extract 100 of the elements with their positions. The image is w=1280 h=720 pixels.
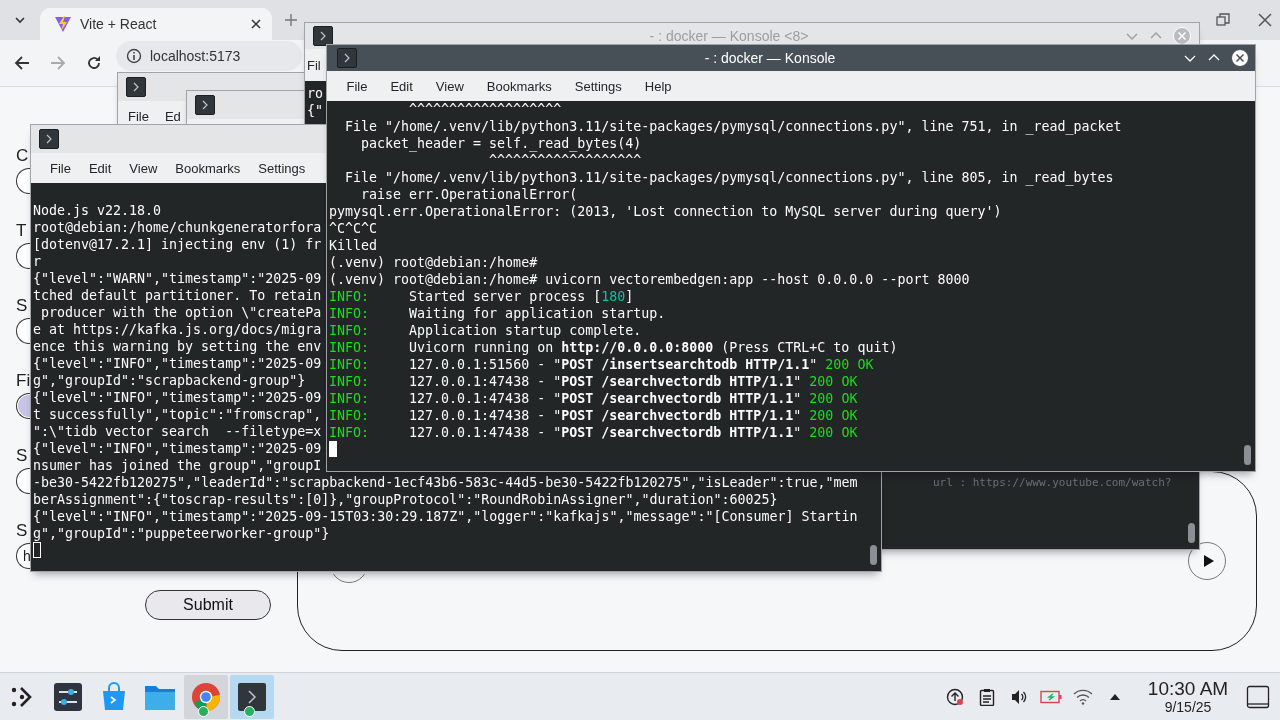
terminal-line: {"level":"WARN","timestamp":"2025-09 <box>33 270 322 287</box>
scrollbar-thumb[interactable] <box>1188 523 1195 543</box>
terminal-icon <box>195 95 215 115</box>
address-text: localhost:5173 <box>150 48 241 64</box>
terminal-line: {"level":"INFO","timestamp":"2025-09 <box>33 355 322 372</box>
menu-item[interactable]: Help <box>633 78 684 94</box>
terminal-line: ^^^^^^^^^^^^^^^^^^^ <box>488 152 642 169</box>
terminal-line: ro <box>307 85 323 102</box>
terminal-line: INFO: Application startup complete. <box>329 322 642 339</box>
address-bar[interactable]: localhost:5173 <box>116 41 302 71</box>
terminal-icon <box>237 681 267 712</box>
field-label: S <box>16 446 28 466</box>
field-label: C <box>16 146 29 166</box>
terminal-line: raise err.OperationalError( <box>360 186 578 203</box>
terminal-line: Node.js v22.18.0 <box>33 202 162 219</box>
terminal-line: g","groupId":"scrapbackend-group"} <box>33 372 306 389</box>
close-icon[interactable] <box>1258 13 1272 27</box>
terminal-line: INFO: 127.0.0.1:47438 - "POST /searchvectordb HTTP/1.1" 200 OK <box>329 407 858 424</box>
menu-item[interactable]: Settings <box>563 78 634 94</box>
forward-arrow-icon <box>50 55 66 71</box>
close-icon[interactable] <box>250 18 262 30</box>
terminal-line: INFO: Waiting for application startup. <box>329 305 666 322</box>
menu-item[interactable]: Edit <box>79 160 121 176</box>
menu-item[interactable]: Fil <box>305 57 323 73</box>
restore-icon[interactable] <box>1216 13 1230 27</box>
browser-task-button[interactable] <box>184 674 228 719</box>
tab-title: Vite + React <box>80 16 158 32</box>
terminal-line: producer with the option \"createPa <box>40 304 322 321</box>
play-button[interactable] <box>1188 542 1226 580</box>
browser-tab[interactable]: Vite + React <box>40 8 272 40</box>
caret-icon <box>14 14 26 26</box>
terminal-line: -be30-5422fb120275","leaderId":"scrapbackend-1ecf43b6-583c-44d5-be30-5422fb120275","isLeader":true,"mem <box>33 474 858 491</box>
menu-item[interactable]: View <box>424 78 476 94</box>
settings-icon <box>53 681 83 712</box>
terminal-task-button[interactable] <box>230 674 274 719</box>
menu-item[interactable]: Bookmarks <box>475 78 564 94</box>
terminal-line: e at https://kafka.js.org/docs/migra <box>33 321 322 338</box>
terminal-line: {"level":"INFO","timestamp":"2025-09 <box>33 440 322 457</box>
terminal-line: INFO: 127.0.0.1:47438 - "POST /searchvectordb HTTP/1.1" 200 OK <box>329 390 858 407</box>
terminal-line: INFO: Uvicorn running on http://0.0.0.0:8000 (Press CTRL+C to quit) <box>329 339 898 356</box>
terminal-line: Killed <box>329 237 378 254</box>
terminal-line: INFO: 127.0.0.1:51560 - "POST /insertsearchtodb HTTP/1.1" 200 OK <box>329 356 874 373</box>
show-desktop-icon[interactable] <box>1246 684 1270 709</box>
terminal-line: root@debian:/home/chunkgeneratorfora <box>33 219 322 236</box>
terminal-line: File "/home/.venv/lib/python3.11/site-packages/pymysql/connections.py", line 751, in _read_packet <box>344 118 1122 135</box>
file-input[interactable] <box>16 393 30 419</box>
menu-item[interactable]: File <box>41 160 80 176</box>
input-field[interactable] <box>16 168 30 194</box>
terminal-line: {"level":"INFO","timestamp":"2025-09-15T03:30:29.187Z","logger":"kafkajs","message":"[Consumer] Startin <box>33 508 858 525</box>
menu-item[interactable]: View <box>120 160 167 176</box>
input-field[interactable] <box>16 243 30 269</box>
input-field[interactable] <box>16 468 30 494</box>
terminal-line: {" <box>307 102 323 119</box>
terminal-line: tched default partitioner. To retain <box>33 287 322 304</box>
terminal-line: (.venv) root@debian:/home# <box>329 254 538 271</box>
terminal-line: ^^^^^^^^^^^^^^^^^^^ <box>408 101 562 118</box>
terminal-icon <box>126 77 146 97</box>
back-arrow-icon <box>14 55 30 71</box>
terminal-line: t successfully","topic":"fromscrap", <box>33 406 322 423</box>
menu-item[interactable]: File <box>335 78 379 94</box>
menu-item[interactable]: Edit <box>378 78 425 94</box>
terminal-line: packet_header = self._read_bytes(4) <box>360 135 642 152</box>
terminal-line: r <box>33 253 41 270</box>
field-label: S <box>16 296 28 316</box>
terminal-line: INFO: 127.0.0.1:47438 - "POST /searchvectordb HTTP/1.1" 200 OK <box>329 424 858 441</box>
submit-button[interactable]: Submit <box>145 590 271 620</box>
terminal-line: pymysql.err.OperationalError: (2013, 'Lost connection to MySQL server during query') <box>329 203 1002 220</box>
window-title: - : docker — Konsole <8> <box>648 28 810 44</box>
window-title: - : docker — Konsole <box>703 50 837 66</box>
scrollbar-thumb[interactable] <box>1244 445 1251 465</box>
lightning-logo-icon <box>54 15 72 33</box>
field-label: Fi <box>16 371 31 391</box>
terminal-line: INFO: Started server process [180] <box>329 288 634 305</box>
clock-date[interactable]: 9/15/25 <box>1164 699 1212 715</box>
menu-item[interactable]: Ed <box>156 108 189 124</box>
reload-icon <box>86 55 102 71</box>
terminal-line: File "/home/.venv/lib/python3.11/site-packages/pymysql/connections.py", line 805, in _read_bytes <box>344 169 1114 186</box>
info-icon <box>126 48 142 64</box>
menu-item[interactable]: Bookmarks <box>166 160 250 176</box>
terminal-line: g","groupId":"puppeteerworker-group"} <box>33 525 330 542</box>
close-icon[interactable] <box>1231 49 1249 67</box>
terminal-icon <box>337 48 357 68</box>
terminal-line: [dotenv@17.2.1] injecting env (1) fr <box>33 236 322 253</box>
input-field[interactable] <box>16 318 30 344</box>
terminal-icon <box>313 26 333 46</box>
menu-item[interactable]: Settings <box>249 160 315 176</box>
terminal-line: INFO: 127.0.0.1:47438 - "POST /searchvectordb HTTP/1.1" 200 OK <box>329 373 858 390</box>
play-icon <box>1202 554 1215 568</box>
field-label: T <box>16 221 27 241</box>
scrollbar-thumb[interactable] <box>870 545 877 565</box>
terminal-line: nsumer has joined the group","groupI <box>33 457 322 474</box>
terminal-line: url : https://www.youtube.com/watch? <box>933 475 1172 491</box>
terminal-line: ence this warning by setting the env <box>33 338 322 355</box>
clock-time[interactable]: 10:30 AM <box>1147 678 1229 699</box>
field-label: S <box>16 521 28 541</box>
terminal-line: berAssignment":{"toscrap-results":[0]},"groupProtocol":"RoundRobinAssigner","duration":60025} <box>33 491 778 508</box>
menu-item[interactable]: File <box>120 108 157 124</box>
input-field[interactable]: h <box>16 543 30 569</box>
browser-icon <box>191 681 221 712</box>
terminal-line: ":\"tidb vector search --filetype=x <box>33 423 322 440</box>
